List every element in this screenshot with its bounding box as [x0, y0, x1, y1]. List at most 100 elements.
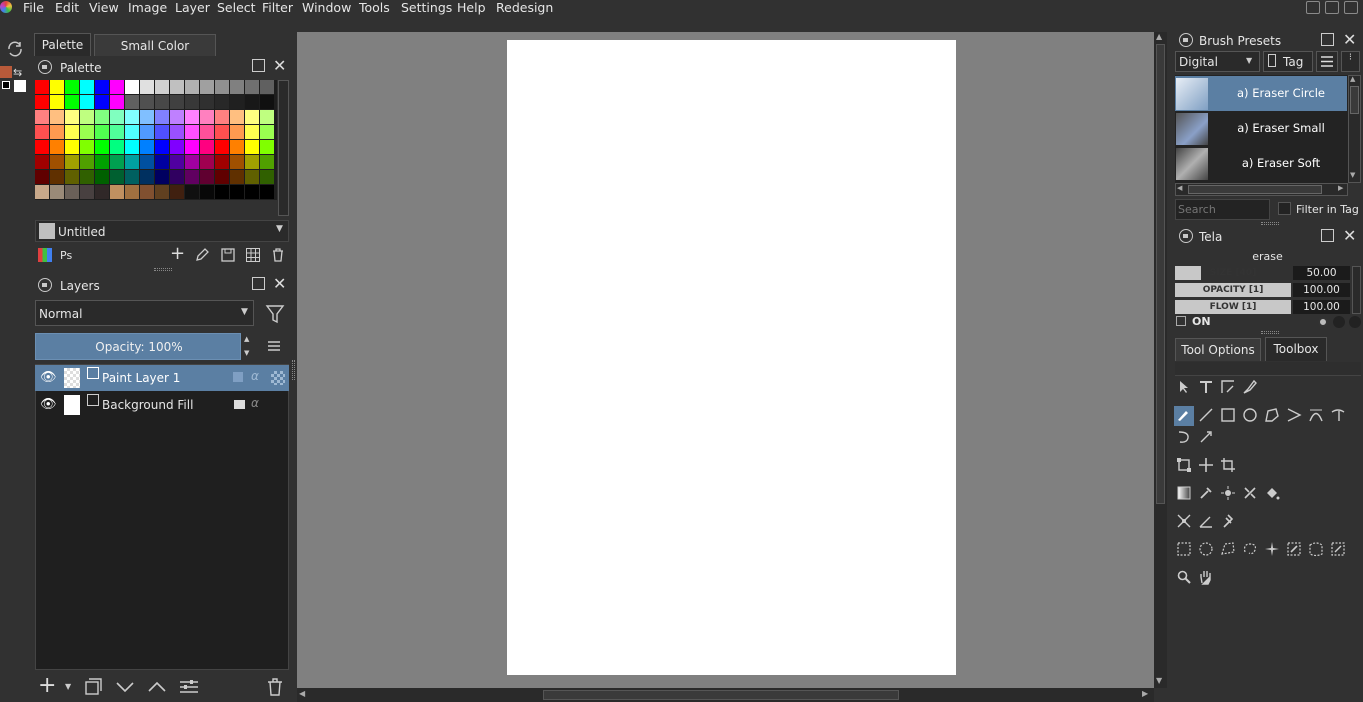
- menu-select[interactable]: Select: [217, 0, 256, 16]
- palette-swatch[interactable]: [230, 185, 244, 199]
- palette-swatch[interactable]: [65, 140, 79, 154]
- palette-swatch[interactable]: [140, 80, 154, 94]
- menu-filter[interactable]: Filter: [262, 0, 293, 16]
- palette-swatch[interactable]: [140, 170, 154, 184]
- vertical-scrollbar[interactable]: ▲ ▼: [1154, 32, 1167, 688]
- scroll-up-arrow[interactable]: ▲: [1350, 75, 1355, 83]
- scroll-up-arrow[interactable]: ▲: [1156, 32, 1162, 41]
- tag-button[interactable]: Tag: [1263, 51, 1313, 72]
- refresh-icon[interactable]: [5, 39, 25, 59]
- dot-selector-3[interactable]: [1349, 316, 1361, 328]
- add-icon[interactable]: +: [170, 245, 185, 263]
- palette-swatch[interactable]: [50, 125, 64, 139]
- palette-swatch[interactable]: [260, 125, 274, 139]
- palette-swatch[interactable]: [125, 110, 139, 124]
- ellipse-tool-icon[interactable]: [1241, 406, 1259, 424]
- palette-resource-icon[interactable]: [38, 248, 52, 262]
- palette-swatch[interactable]: [170, 95, 184, 109]
- palette-swatch[interactable]: [185, 170, 199, 184]
- palette-lock-icon[interactable]: [38, 60, 52, 74]
- line-tool-icon[interactable]: [1197, 406, 1215, 424]
- edit-shapes-tool-icon[interactable]: [1219, 378, 1237, 396]
- palette-swatch[interactable]: [65, 80, 79, 94]
- palette-swatch[interactable]: [245, 140, 259, 154]
- palette-swatch[interactable]: [95, 95, 109, 109]
- palette-swatch[interactable]: [80, 80, 94, 94]
- trash-icon[interactable]: [270, 247, 286, 263]
- palette-swatch[interactable]: [215, 185, 229, 199]
- palette-scrollbar[interactable]: [278, 80, 289, 216]
- preset-vscroll-thumb[interactable]: [1350, 86, 1359, 114]
- palette-swatch[interactable]: [230, 170, 244, 184]
- palette-name-field[interactable]: Untitled ▼: [35, 220, 289, 242]
- palette-swatch[interactable]: [245, 170, 259, 184]
- preset-options-icon[interactable]: ⁝: [1341, 51, 1360, 72]
- move-up-icon[interactable]: [146, 677, 168, 697]
- palette-swatch[interactable]: [110, 95, 124, 109]
- ellipse-select-tool-icon[interactable]: [1197, 540, 1215, 558]
- palette-swatch[interactable]: [155, 80, 169, 94]
- palette-swatch[interactable]: [170, 185, 184, 199]
- palette-swatch[interactable]: [125, 170, 139, 184]
- palette-swatch[interactable]: [170, 155, 184, 169]
- palette-swatch[interactable]: [35, 155, 49, 169]
- palette-swatch[interactable]: [50, 155, 64, 169]
- palette-swatch[interactable]: [95, 80, 109, 94]
- preset-eraser-soft[interactable]: a) Eraser Soft: [1175, 146, 1347, 181]
- maximize-button[interactable]: [1325, 1, 1339, 14]
- color-picker-tool-icon[interactable]: [1197, 484, 1215, 502]
- scroll-right-arrow[interactable]: ▶: [1142, 689, 1148, 698]
- palette-swatch[interactable]: [260, 155, 274, 169]
- palette-swatch[interactable]: [65, 110, 79, 124]
- palette-swatch[interactable]: [245, 155, 259, 169]
- palette-swatch[interactable]: [140, 125, 154, 139]
- palette-swatch[interactable]: [200, 80, 214, 94]
- save-icon[interactable]: [220, 247, 236, 263]
- palette-swatch[interactable]: [200, 110, 214, 124]
- palette-swatch[interactable]: [95, 125, 109, 139]
- brush-presets-float-icon[interactable]: [1321, 33, 1334, 46]
- palette-swatch[interactable]: [95, 155, 109, 169]
- palette-swatch[interactable]: [155, 170, 169, 184]
- layer-row-background-fill[interactable]: 👁 Background Fill α: [35, 392, 289, 418]
- measure-tool-icon[interactable]: [1197, 512, 1215, 530]
- lock-layer-icon[interactable]: [234, 400, 245, 409]
- dynamic-brush-tool-icon[interactable]: [1175, 428, 1193, 446]
- minimize-button[interactable]: [1306, 1, 1320, 14]
- preset-eraser-small[interactable]: a) Eraser Small: [1175, 111, 1347, 146]
- polygon-select-tool-icon[interactable]: [1219, 540, 1237, 558]
- alpha-lock-icon[interactable]: α: [251, 396, 259, 410]
- blend-mode-select[interactable]: Normal ▼: [35, 300, 254, 326]
- swap-colors-icon[interactable]: ⇆: [13, 66, 22, 79]
- rectangle-select-tool-icon[interactable]: [1175, 540, 1193, 558]
- palette-swatch[interactable]: [170, 80, 184, 94]
- tab-palette[interactable]: Palette: [34, 33, 91, 56]
- menu-settings[interactable]: Settings: [401, 0, 452, 16]
- palette-swatch[interactable]: [140, 95, 154, 109]
- palette-swatch[interactable]: [155, 110, 169, 124]
- canvas-document[interactable]: [507, 40, 956, 675]
- palette-swatch[interactable]: [50, 110, 64, 124]
- palette-swatch[interactable]: [50, 170, 64, 184]
- brush-presets-lock-icon[interactable]: [1179, 33, 1193, 47]
- preset-eraser-circle[interactable]: a) Eraser Circle: [1175, 76, 1347, 111]
- bezier-tool-icon[interactable]: [1307, 406, 1325, 424]
- bezier-select-tool-icon[interactable]: [1307, 540, 1325, 558]
- palette-swatch[interactable]: [125, 185, 139, 199]
- scroll-down-arrow[interactable]: ▼: [1350, 171, 1355, 179]
- filter-in-tag-checkbox[interactable]: [1278, 202, 1291, 215]
- palette-swatch[interactable]: [65, 170, 79, 184]
- palette-swatch[interactable]: [35, 140, 49, 154]
- preset-vscrollbar[interactable]: ▲ ▼: [1348, 75, 1361, 183]
- layers-float-icon[interactable]: [252, 277, 265, 290]
- palette-swatch[interactable]: [185, 185, 199, 199]
- inherit-alpha-icon[interactable]: [271, 371, 285, 385]
- opacity-spin-down[interactable]: ▼: [244, 349, 249, 357]
- palette-swatch[interactable]: [185, 155, 199, 169]
- transform-tool-icon[interactable]: [1175, 456, 1193, 474]
- palette-swatch[interactable]: [80, 95, 94, 109]
- palette-swatch[interactable]: [50, 95, 64, 109]
- preset-hscrollbar[interactable]: ◀ ▶: [1175, 183, 1348, 196]
- palette-swatch[interactable]: [125, 80, 139, 94]
- menu-layer[interactable]: Layer: [175, 0, 210, 16]
